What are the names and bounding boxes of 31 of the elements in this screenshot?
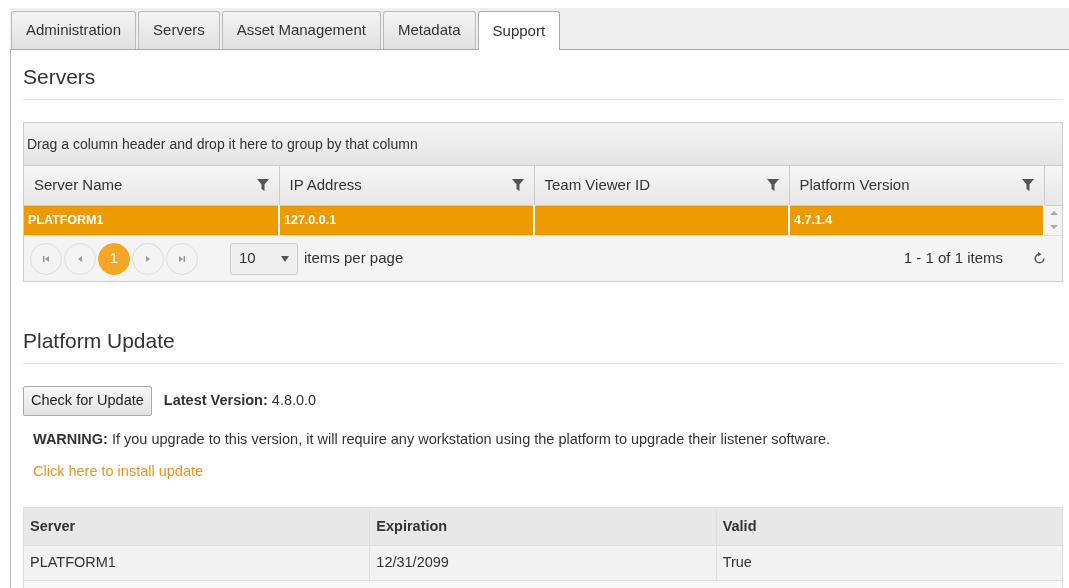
table-cell: 4.7.1.4 xyxy=(794,213,833,228)
refresh-icon[interactable] xyxy=(1033,252,1046,266)
column-header: Valid xyxy=(716,507,1063,546)
table-cell: 12/31/2099 xyxy=(369,545,717,581)
check-update-button[interactable]: Check for Update xyxy=(23,386,152,417)
table-cell: PLATFORM1 xyxy=(23,545,370,581)
group-hint: Drag a column header and drop it here to group by that column xyxy=(24,123,1062,167)
caret-icon xyxy=(281,255,289,262)
tab[interactable]: Servers xyxy=(138,11,220,49)
filter-icon[interactable] xyxy=(1021,178,1034,192)
column-header[interactable]: IP Address xyxy=(289,174,362,197)
tab[interactable]: Support xyxy=(477,11,561,50)
column-header: Server xyxy=(23,507,370,546)
table-cell: True xyxy=(716,545,1063,581)
latest-version-text: Latest Version: 4.8.0.0 xyxy=(163,391,317,411)
items-per-page-label: items per page xyxy=(304,248,404,269)
tab[interactable]: Administration xyxy=(11,11,137,49)
filter-icon[interactable] xyxy=(511,178,524,192)
table-cell: 127.0.0.1 xyxy=(284,213,337,228)
column-header: Expiration xyxy=(369,507,717,546)
tab[interactable]: Metadata xyxy=(383,11,476,49)
filter-icon[interactable] xyxy=(766,178,779,192)
filter-icon[interactable] xyxy=(256,178,269,192)
tab[interactable]: Asset Management xyxy=(221,11,381,49)
page-size-dropdown[interactable]: 10 xyxy=(230,242,298,275)
scrollbar-arrows-icon[interactable] xyxy=(1048,209,1059,232)
warning-text: WARNING: If you upgrade to this version, it will require any workstation using the platform to upgrade their listener software. xyxy=(32,430,832,450)
section-heading: Platform Update xyxy=(23,326,1063,365)
section-heading: Servers xyxy=(23,62,1063,101)
pager-summary: 1 - 1 of 1 items xyxy=(903,248,1003,269)
table-cell: PLATFORM1 xyxy=(28,213,104,228)
